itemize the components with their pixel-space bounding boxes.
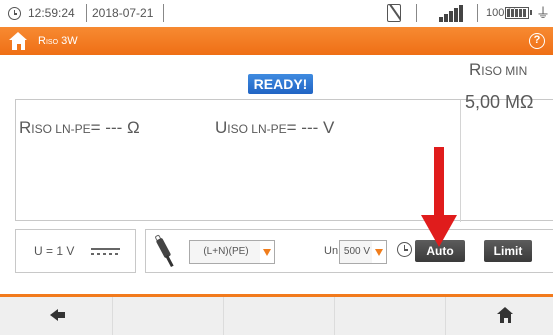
status-date: 2018-07-21 <box>92 6 154 20</box>
title-bar: RISO 3W ? <box>0 27 553 55</box>
back-arrow-icon <box>50 309 65 321</box>
results-divider <box>460 100 461 222</box>
ready-status-badge: READY! <box>248 74 313 94</box>
chevron-down-icon <box>372 241 386 263</box>
clock-icon <box>8 7 21 20</box>
limit-button[interactable]: Limit <box>484 240 532 262</box>
dc-symbol-icon <box>91 248 120 256</box>
status-bar: 12:59:24 2018-07-21 100 % ⏚ <box>0 0 553 27</box>
results-panel: RISO LN-PE= --- Ω UISO LN-PE= --- V <box>15 99 553 222</box>
voltage-panel: U = 1 V <box>15 229 136 273</box>
status-divider <box>163 4 164 22</box>
status-divider <box>86 4 87 22</box>
status-time: 12:59:24 <box>28 6 75 20</box>
un-label: Un <box>324 245 339 257</box>
test-voltage-select[interactable]: 500 V <box>339 240 387 264</box>
footer-button-2[interactable] <box>113 297 224 335</box>
help-icon[interactable]: ? <box>529 33 545 49</box>
home-icon <box>497 307 514 323</box>
riso-result: RISO LN-PE= --- Ω <box>19 118 140 137</box>
no-memory-card-icon <box>387 4 401 22</box>
screen-title: RISO 3W <box>38 35 78 47</box>
home-icon[interactable] <box>9 32 28 50</box>
signal-strength-icon <box>439 5 465 22</box>
footer-button-back[interactable] <box>0 297 113 335</box>
battery-icon <box>505 7 532 19</box>
plug-icon: ⏚ <box>536 5 550 21</box>
timer-icon[interactable] <box>397 242 412 257</box>
riso-min-value[interactable]: 5,00 MΩ <box>465 92 533 113</box>
probe-adapter-icon <box>154 234 176 268</box>
connection-select[interactable]: (L+N)(PE) <box>189 240 275 264</box>
controls-panel: (L+N)(PE) Un 500 V Auto Limit <box>145 229 553 273</box>
uiso-result: UISO LN-PE= --- V <box>215 118 335 137</box>
voltage-readout: U = 1 V <box>34 244 75 258</box>
chevron-down-icon <box>260 241 274 263</box>
footer-button-3[interactable] <box>224 297 335 335</box>
red-arrow-annotation <box>421 147 457 247</box>
status-divider <box>416 4 417 22</box>
riso-min-label: RISO MIN <box>469 60 528 79</box>
footer-bar <box>0 297 553 335</box>
status-divider <box>477 4 478 22</box>
footer-button-4[interactable] <box>335 297 446 335</box>
